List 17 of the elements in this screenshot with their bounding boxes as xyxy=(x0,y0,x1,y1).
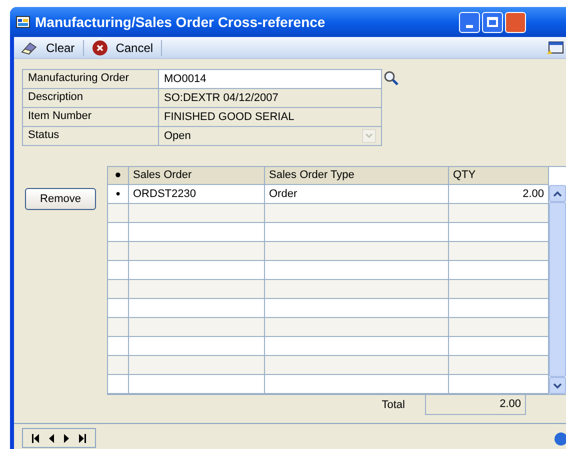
window-title: Manufacturing/Sales Order Cross-reference xyxy=(35,12,326,32)
field-label: Status xyxy=(22,126,158,146)
total-field: 2.00 xyxy=(425,395,526,415)
input-field[interactable]: MO0014 xyxy=(158,69,382,89)
column-header: ● xyxy=(108,167,129,184)
remove-button[interactable]: Remove xyxy=(25,188,96,210)
clear-button[interactable]: Clear xyxy=(18,38,77,56)
column-header: QTY xyxy=(449,167,549,184)
cancel-button[interactable]: Cancel xyxy=(90,38,156,56)
readonly-field: SO:DEXTR 04/12/2007 xyxy=(158,88,382,108)
total-label: Total xyxy=(380,398,406,413)
readonly-field: FINISHED GOOD SERIAL xyxy=(158,107,382,127)
table-cell: ORDST2230 xyxy=(129,185,265,203)
column-header: Sales Order xyxy=(129,167,265,184)
table-cell: Order xyxy=(265,185,449,203)
column-header: Sales Order Type xyxy=(265,167,449,184)
status-dropdown[interactable]: Open xyxy=(158,126,382,146)
